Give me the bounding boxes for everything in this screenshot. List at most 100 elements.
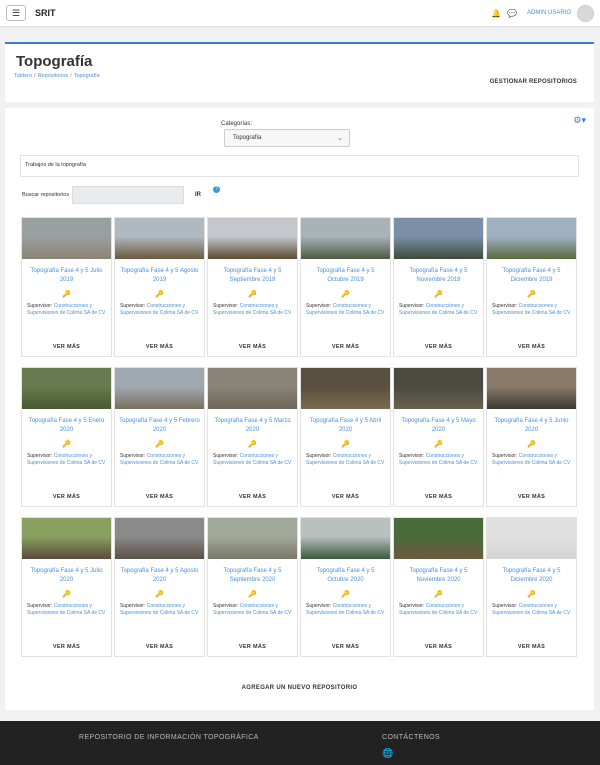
repository-thumbnail[interactable] [22,518,111,559]
repository-thumbnail[interactable] [301,518,390,559]
repository-card[interactable]: Topografía Fase 4 y 5 Marzo 2020 🔑 Supervi… [207,367,298,507]
search-button[interactable]: IR [195,192,201,198]
repository-thumbnail[interactable] [208,518,297,559]
repository-thumbnail[interactable] [487,368,576,409]
view-more-button[interactable]: VER MÁS [22,644,111,650]
view-more-button[interactable]: VER MÁS [115,494,204,500]
footer-contact[interactable]: CONTÁCTENOS [382,734,440,741]
repository-thumbnail[interactable] [394,518,483,559]
supervisor-label: Supervisor: [492,303,518,309]
view-more-button[interactable]: VER MÁS [394,644,483,650]
brand-name[interactable]: SRIT [35,8,56,18]
view-more-button[interactable]: VER MÁS [115,644,204,650]
breadcrumb-topografia[interactable]: Topografía [74,73,100,79]
repository-thumbnail[interactable] [487,218,576,259]
repository-card[interactable]: Topografía Fase 4 y 5 Diciembre 2020 🔑 Sup… [486,517,577,657]
main-content: ⚙▾ Categorías: Topografía ⌄ Trabajos de … [5,108,594,710]
help-icon[interactable]: ? [213,186,220,193]
repository-card[interactable]: Topografía Fase 4 y 5 Agosto 2020 🔑 Superv… [114,517,205,657]
repository-supervisor: Supervisor: Construcciones y Supervision… [487,303,576,317]
repository-thumbnail[interactable] [394,218,483,259]
repository-title[interactable]: Topografía Fase 4 y 5 Agosto 2019 [115,267,204,285]
view-more-button[interactable]: VER MÁS [208,344,297,350]
repository-title[interactable]: Topografía Fase 4 y 5 Julio 2020 [22,567,111,585]
repository-title[interactable]: Topografía Fase 4 y 5 Septiembre 2020 [208,567,297,585]
repository-thumbnail[interactable] [487,518,576,559]
repository-title[interactable]: Topografía Fase 4 y 5 Octubre 2019 [301,267,390,285]
repository-card[interactable]: Topografía Fase 4 y 5 Enero 2020 🔑 Supervi… [21,367,112,507]
search-input[interactable] [72,186,184,204]
supervisor-label: Supervisor: [492,453,518,459]
view-more-button[interactable]: VER MÁS [394,494,483,500]
user-name[interactable]: ADMIN USARIO [527,10,571,16]
view-more-button[interactable]: VER MÁS [22,344,111,350]
repository-card[interactable]: Topografía Fase 4 y 5 Septiembre 2020 🔑 Su… [207,517,298,657]
supervisor-label: Supervisor: [120,453,146,459]
repository-title[interactable]: Topografía Fase 4 y 5 Diciembre 2020 [487,567,576,585]
repository-card[interactable]: Topografía Fase 4 y 5 Octubre 2019 🔑 Super… [300,217,391,357]
repository-title[interactable]: Topografía Fase 4 y 5 Mayo 2020 [394,417,483,435]
repository-card[interactable]: Topografía Fase 4 y 5 Septiembre 2019 🔑 Su… [207,217,298,357]
view-more-button[interactable]: VER MÁS [301,494,390,500]
gear-icon[interactable]: ⚙▾ [573,115,586,126]
breadcrumb-repositorios[interactable]: Repositorios [38,73,69,79]
chat-icon[interactable]: 💬 [507,9,517,18]
repository-supervisor: Supervisor: Construcciones y Supervision… [487,453,576,467]
view-more-button[interactable]: VER MÁS [208,644,297,650]
repository-title[interactable]: Topografía Fase 4 y 5 Enero 2020 [22,417,111,435]
globe-icon[interactable]: 🌐 [382,748,393,759]
view-more-button[interactable]: VER MÁS [301,644,390,650]
repository-card[interactable]: Topografía Fase 4 y 5 Julio 2019 🔑 Supervi… [21,217,112,357]
repository-thumbnail[interactable] [115,218,204,259]
repository-thumbnail[interactable] [22,368,111,409]
repository-thumbnail[interactable] [115,518,204,559]
repository-title[interactable]: Topografía Fase 4 y 5 Noviembre 2019 [394,267,483,285]
repository-title[interactable]: Topografía Fase 4 y 5 Noviembre 2020 [394,567,483,585]
repository-thumbnail[interactable] [301,368,390,409]
view-more-button[interactable]: VER MÁS [301,344,390,350]
view-more-button[interactable]: VER MÁS [487,344,576,350]
hamburger-menu-button[interactable]: ☰ [6,5,26,21]
breadcrumb-tablero[interactable]: Tablero [14,73,32,79]
repository-title[interactable]: Topografía Fase 4 y 5 Junio 2020 [487,417,576,435]
repository-card[interactable]: Topografía Fase 4 y 5 Octubre 2020 🔑 Super… [300,517,391,657]
avatar[interactable] [577,4,594,22]
repository-title[interactable]: Topografía Fase 4 y 5 Abril 2020 [301,417,390,435]
view-more-button[interactable]: VER MÁS [115,344,204,350]
category-select[interactable]: Topografía ⌄ [224,129,350,147]
repository-thumbnail[interactable] [394,368,483,409]
view-more-button[interactable]: VER MÁS [487,494,576,500]
bell-icon[interactable]: 🔔 [491,9,501,18]
repository-card[interactable]: Topografía Fase 4 y 5 Noviembre 2019 🔑 Sup… [393,217,484,357]
view-more-button[interactable]: VER MÁS [22,494,111,500]
repository-thumbnail[interactable] [208,218,297,259]
repository-card[interactable]: Topografía Fase 4 y 5 Junio 2020 🔑 Supervi… [486,367,577,507]
repository-card[interactable]: Topografía Fase 4 y 5 Febrero 2020 🔑 Super… [114,367,205,507]
repository-supervisor: Supervisor: Construcciones y Supervision… [115,303,204,317]
repository-title[interactable]: Topografía Fase 4 y 5 Octubre 2020 [301,567,390,585]
repository-card[interactable]: Topografía Fase 4 y 5 Julio 2020 🔑 Supervi… [21,517,112,657]
repository-thumbnail[interactable] [115,368,204,409]
supervisor-label: Supervisor: [399,603,425,609]
repository-title[interactable]: Topografía Fase 4 y 5 Julio 2019 [22,267,111,285]
repository-title[interactable]: Topografía Fase 4 y 5 Diciembre 2019 [487,267,576,285]
repository-card[interactable]: Topografía Fase 4 y 5 Abril 2020 🔑 Supervi… [300,367,391,507]
repository-card[interactable]: Topografía Fase 4 y 5 Diciembre 2019 🔑 Sup… [486,217,577,357]
repository-title[interactable]: Topografía Fase 4 y 5 Marzo 2020 [208,417,297,435]
view-more-button[interactable]: VER MÁS [487,644,576,650]
add-repository-button[interactable]: AGREGAR UN NUEVO REPOSITORIO [5,685,594,691]
repository-thumbnail[interactable] [208,368,297,409]
manage-repositories-button[interactable]: GESTIONAR REPOSITORIOS [490,79,577,85]
repository-title[interactable]: Topografía Fase 4 y 5 Septiembre 2019 [208,267,297,285]
repository-card[interactable]: Topografía Fase 4 y 5 Noviembre 2020 🔑 Sup… [393,517,484,657]
key-icon: 🔑 [341,591,350,598]
repository-thumbnail[interactable] [301,218,390,259]
repository-card[interactable]: Topografía Fase 4 y 5 Agosto 2019 🔑 Superv… [114,217,205,357]
repository-thumbnail[interactable] [22,218,111,259]
view-more-button[interactable]: VER MÁS [208,494,297,500]
repository-title[interactable]: Topografía Fase 4 y 5 Agosto 2020 [115,567,204,585]
key-icon: 🔑 [248,291,257,298]
view-more-button[interactable]: VER MÁS [394,344,483,350]
repository-card[interactable]: Topografía Fase 4 y 5 Mayo 2020 🔑 Supervis… [393,367,484,507]
repository-title[interactable]: Topografía Fase 4 y 5 Febrero 2020 [115,417,204,435]
